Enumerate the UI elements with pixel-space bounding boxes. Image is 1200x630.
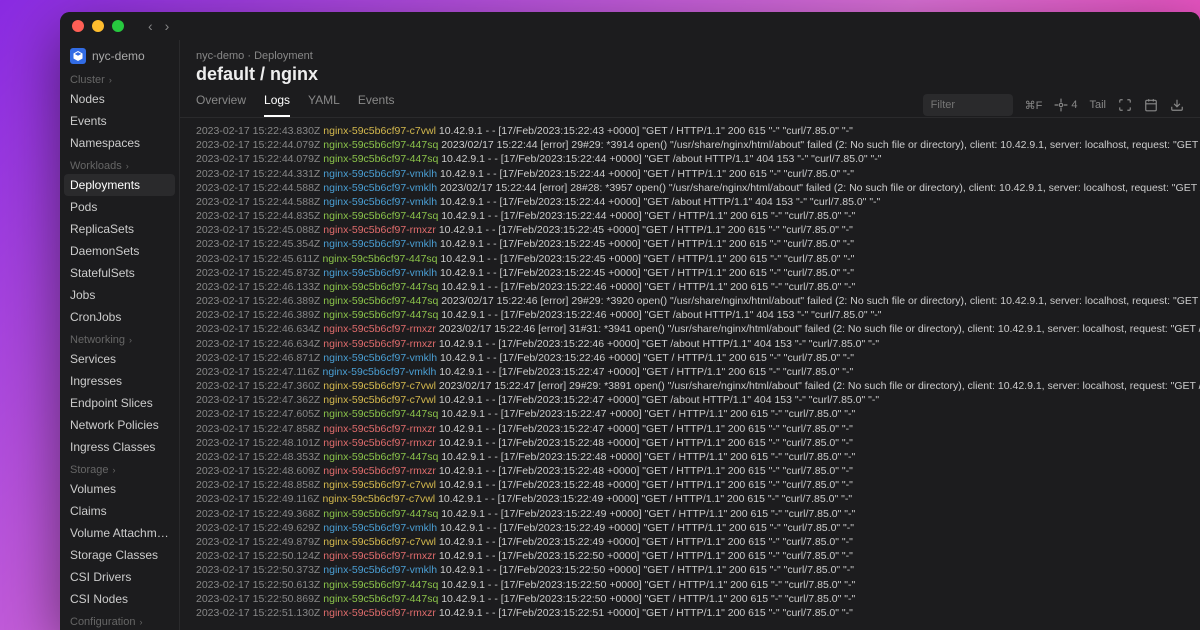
sidebar-item-daemonsets[interactable]: DaemonSets [60,240,179,262]
log-line: 2023-02-17 15:22:45.354Z nginx-59c5b6cf9… [196,237,1184,251]
titlebar: ‹ › [60,12,1200,40]
sidebar-item-jobs[interactable]: Jobs [60,284,179,306]
log-line: 2023-02-17 15:22:46.634Z nginx-59c5b6cf9… [196,337,1184,351]
page-title: default / nginx [196,64,1184,85]
breadcrumb: nyc-demo · Deployment [196,50,1184,62]
log-line: 2023-02-17 15:22:49.116Z nginx-59c5b6cf9… [196,492,1184,506]
tab-overview[interactable]: Overview [196,93,246,117]
log-line: 2023-02-17 15:22:43.830Z nginx-59c5b6cf9… [196,124,1184,138]
sidebar-item-ingress-classes[interactable]: Ingress Classes [60,436,179,458]
log-line: 2023-02-17 15:22:48.353Z nginx-59c5b6cf9… [196,450,1184,464]
sidebar-section[interactable]: Configuration› [60,610,179,630]
nav-arrows: ‹ › [148,18,169,34]
filter-input[interactable] [923,94,1013,116]
log-line: 2023-02-17 15:22:47.362Z nginx-59c5b6cf9… [196,393,1184,407]
sidebar: nyc-demo Cluster›NodesEventsNamespacesWo… [60,40,180,630]
minimize-icon[interactable] [92,20,104,32]
log-viewer[interactable]: 2023-02-17 15:22:43.830Z nginx-59c5b6cf9… [180,118,1200,630]
download-icon[interactable] [1170,98,1184,112]
sidebar-item-volume-attachm-[interactable]: Volume Attachm… [60,522,179,544]
log-line: 2023-02-17 15:22:44.588Z nginx-59c5b6cf9… [196,195,1184,209]
log-line: 2023-02-17 15:22:49.368Z nginx-59c5b6cf9… [196,507,1184,521]
log-line: 2023-02-17 15:22:46.871Z nginx-59c5b6cf9… [196,351,1184,365]
sidebar-section[interactable]: Networking› [60,328,179,348]
log-line: 2023-02-17 15:22:45.873Z nginx-59c5b6cf9… [196,266,1184,280]
tab-yaml[interactable]: YAML [308,93,340,117]
log-line: 2023-02-17 15:22:49.879Z nginx-59c5b6cf9… [196,535,1184,549]
log-line: 2023-02-17 15:22:47.360Z nginx-59c5b6cf9… [196,379,1184,393]
toolbar: ⌘F 4 Tail [923,94,1184,116]
app-window: ‹ › nyc-demo Cluster›NodesEventsNamespac… [60,12,1200,630]
tab-events[interactable]: Events [358,93,395,117]
tail-button[interactable]: Tail [1089,99,1106,111]
sidebar-item-csi-nodes[interactable]: CSI Nodes [60,588,179,610]
tab-logs[interactable]: Logs [264,93,290,117]
sidebar-section[interactable]: Workloads› [60,154,179,174]
log-line: 2023-02-17 15:22:44.079Z nginx-59c5b6cf9… [196,138,1184,152]
sidebar-item-claims[interactable]: Claims [60,500,179,522]
fullscreen-icon[interactable] [1118,98,1132,112]
sidebar-item-cronjobs[interactable]: CronJobs [60,306,179,328]
log-line: 2023-02-17 15:22:51.130Z nginx-59c5b6cf9… [196,606,1184,620]
sidebar-item-storage-classes[interactable]: Storage Classes [60,544,179,566]
back-icon[interactable]: ‹ [148,18,153,34]
tabs: Overview Logs YAML Events [196,93,395,117]
log-line: 2023-02-17 15:22:44.331Z nginx-59c5b6cf9… [196,167,1184,181]
sidebar-item-ingresses[interactable]: Ingresses [60,370,179,392]
log-line: 2023-02-17 15:22:46.389Z nginx-59c5b6cf9… [196,308,1184,322]
shortcut-hint: ⌘F [1025,99,1043,112]
log-line: 2023-02-17 15:22:44.079Z nginx-59c5b6cf9… [196,152,1184,166]
log-line: 2023-02-17 15:22:48.101Z nginx-59c5b6cf9… [196,436,1184,450]
sidebar-item-pods[interactable]: Pods [60,196,179,218]
sidebar-item-events[interactable]: Events [60,110,179,132]
sidebar-item-nodes[interactable]: Nodes [60,88,179,110]
log-line: 2023-02-17 15:22:45.611Z nginx-59c5b6cf9… [196,252,1184,266]
kubernetes-icon [70,48,86,64]
sidebar-section[interactable]: Storage› [60,458,179,478]
log-line: 2023-02-17 15:22:46.133Z nginx-59c5b6cf9… [196,280,1184,294]
calendar-icon[interactable] [1144,98,1158,112]
sidebar-item-network-policies[interactable]: Network Policies [60,414,179,436]
cluster-selector[interactable]: nyc-demo [60,44,179,68]
log-line: 2023-02-17 15:22:47.605Z nginx-59c5b6cf9… [196,407,1184,421]
sidebar-item-namespaces[interactable]: Namespaces [60,132,179,154]
sidebar-item-volumes[interactable]: Volumes [60,478,179,500]
maximize-icon[interactable] [112,20,124,32]
log-line: 2023-02-17 15:22:47.116Z nginx-59c5b6cf9… [196,365,1184,379]
close-icon[interactable] [72,20,84,32]
cluster-name: nyc-demo [92,49,145,63]
pod-count[interactable]: 4 [1054,98,1077,112]
log-line: 2023-02-17 15:22:48.609Z nginx-59c5b6cf9… [196,464,1184,478]
log-line: 2023-02-17 15:22:44.588Z nginx-59c5b6cf9… [196,181,1184,195]
sidebar-item-csi-drivers[interactable]: CSI Drivers [60,566,179,588]
log-line: 2023-02-17 15:22:50.613Z nginx-59c5b6cf9… [196,578,1184,592]
sidebar-item-statefulsets[interactable]: StatefulSets [60,262,179,284]
sidebar-section[interactable]: Cluster› [60,68,179,88]
log-line: 2023-02-17 15:22:48.858Z nginx-59c5b6cf9… [196,478,1184,492]
forward-icon[interactable]: › [165,18,170,34]
log-line: 2023-02-17 15:22:46.634Z nginx-59c5b6cf9… [196,322,1184,336]
sidebar-item-services[interactable]: Services [60,348,179,370]
log-line: 2023-02-17 15:22:44.835Z nginx-59c5b6cf9… [196,209,1184,223]
sidebar-item-replicasets[interactable]: ReplicaSets [60,218,179,240]
main-content: nyc-demo · Deployment default / nginx Ov… [180,40,1200,630]
log-line: 2023-02-17 15:22:50.869Z nginx-59c5b6cf9… [196,592,1184,606]
log-line: 2023-02-17 15:22:50.124Z nginx-59c5b6cf9… [196,549,1184,563]
sidebar-item-endpoint-slices[interactable]: Endpoint Slices [60,392,179,414]
log-line: 2023-02-17 15:22:45.088Z nginx-59c5b6cf9… [196,223,1184,237]
sidebar-item-deployments[interactable]: Deployments [64,174,175,196]
log-line: 2023-02-17 15:22:49.629Z nginx-59c5b6cf9… [196,521,1184,535]
log-line: 2023-02-17 15:22:47.858Z nginx-59c5b6cf9… [196,422,1184,436]
log-line: 2023-02-17 15:22:46.389Z nginx-59c5b6cf9… [196,294,1184,308]
log-line: 2023-02-17 15:22:50.373Z nginx-59c5b6cf9… [196,563,1184,577]
traffic-lights [72,20,124,32]
